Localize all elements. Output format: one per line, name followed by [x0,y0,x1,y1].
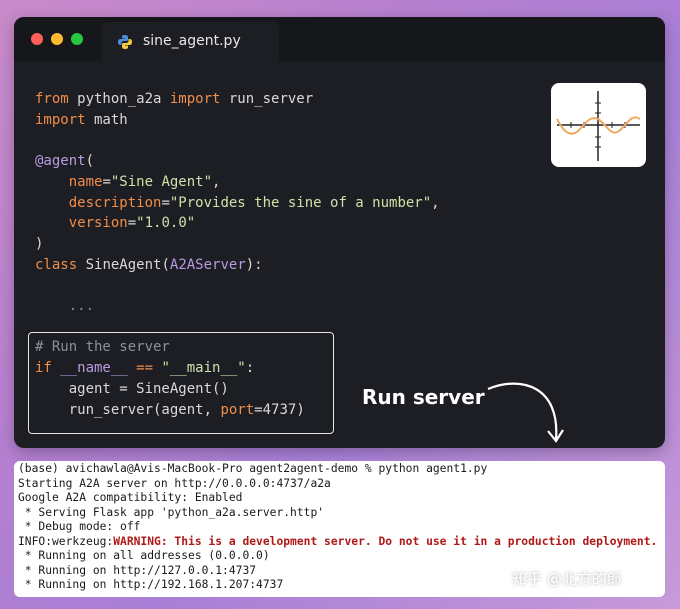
title-bar: sine_agent.py [14,17,665,61]
comma: , [431,194,440,211]
tab-label: sine_agent.py [143,33,241,49]
code-line-9: class SineAgent(A2AServer): [35,257,263,273]
terminal-warning-line: INFO:werkzeug:WARNING: This is a develop… [18,535,657,548]
terminal-line: Google A2A compatibility: Enabled [18,491,243,504]
code-line-4: @agent( [35,153,94,169]
code-line-5: name="Sine Agent", [35,173,221,190]
string-value: "Sine Agent" [110,173,213,190]
decorator: @agent [35,153,86,170]
terminal-line: * Serving Flask app 'python_a2a.server.h… [18,505,325,519]
terminal-line: (base) avichawla@Avis-MacBook-Pro agent2… [18,462,488,475]
equals: = [102,173,111,190]
import-name: run_server [220,91,314,107]
string-value: "Provides the sine of a number" [169,194,432,211]
comma: , [212,173,221,190]
code-line-7: version="1.0.0" [35,215,195,231]
highlight-box [28,332,334,434]
terminal-line: Starting A2A server on http://0.0.0.0:47… [18,476,331,490]
terminal-line: * Running on http://192.168.1.207:4737 [18,578,284,591]
class-name: SineAgent [77,256,162,273]
param-description: description [68,194,162,211]
code-line-6: description="Provides the sine of a numb… [35,195,440,211]
maximize-window-button[interactable] [71,33,83,45]
keyword-from: from [35,91,69,107]
module-name: python_a2a [68,91,170,107]
paren: ( [161,256,170,273]
python-file-icon [117,34,133,50]
run-server-label: Run server [362,385,485,409]
terminal-line: * Running on http://127.0.0.1:4737 [18,563,257,577]
import-name: math [85,111,128,128]
keyword-import: import [169,91,221,107]
equals: = [161,194,170,211]
terminal-line: * Running on all addresses (0.0.0.0) [18,549,270,562]
sine-graph-thumbnail [551,83,646,167]
paren: ( [85,153,95,170]
sine-graph-icon [556,91,641,161]
code-line-1: from python_a2a import run_server [35,91,313,107]
curved-arrow-icon [487,382,564,443]
code-line-11-ellipsis: ... [35,298,95,315]
param-version: version [68,215,128,232]
code-line-2: import math [35,112,128,128]
close-window-button[interactable] [31,33,43,45]
code-editor-window: sine_agent.py from python_a2a import run… [14,17,665,448]
paren: ): [245,256,263,273]
param-name: name [68,173,103,190]
watermark: 知乎 @北方的郎 [512,570,622,588]
code-line-8: ) [35,235,44,252]
keyword-class: class [35,256,78,273]
string-value: "1.0.0" [136,215,196,232]
tab-sine-agent[interactable]: sine_agent.py [101,22,279,61]
warning-text: WARNING: This is a development server. D… [113,534,658,548]
base-class: A2AServer [169,256,246,273]
equals: = [127,215,137,232]
warning-prefix: INFO:werkzeug: [18,534,114,548]
minimize-window-button[interactable] [51,33,63,45]
keyword-import: import [35,111,86,128]
terminal-line: * Debug mode: off [18,520,141,533]
